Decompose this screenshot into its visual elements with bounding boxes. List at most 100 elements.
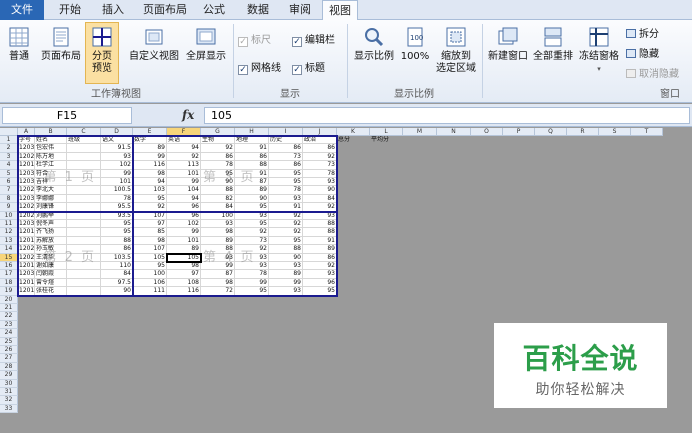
table-cell[interactable]: 88	[303, 228, 337, 237]
table-cell[interactable]: 97	[167, 270, 201, 279]
table-cell[interactable]: 87	[235, 178, 269, 187]
column-header-d[interactable]: D	[101, 128, 133, 136]
table-cell[interactable]: 苏解放	[35, 236, 67, 246]
tab-formulas[interactable]: 公式	[196, 0, 232, 20]
table-cell[interactable]: 93	[269, 262, 303, 271]
table-cell[interactable]: 97	[133, 220, 167, 229]
column-header-b[interactable]: B	[35, 128, 67, 136]
row-header-26[interactable]: 26	[0, 346, 18, 355]
table-cell[interactable]: 103	[133, 186, 167, 195]
table-cell[interactable]: 92	[235, 228, 269, 237]
table-cell[interactable]: 93	[201, 253, 235, 262]
table-cell[interactable]: 102	[101, 161, 133, 170]
table-cell[interactable]: 符合	[35, 169, 67, 178]
table-cell[interactable]: 106	[133, 278, 167, 288]
table-cell[interactable]	[67, 270, 101, 279]
table-cell[interactable]: 89	[201, 236, 235, 246]
table-cell[interactable]: 78	[235, 270, 269, 279]
full-screen-button[interactable]: 全屏显示	[183, 26, 229, 63]
column-header-j[interactable]: J	[303, 128, 337, 136]
table-cell[interactable]	[67, 178, 101, 187]
table-cell[interactable]: 曾令煊	[35, 278, 67, 288]
table-cell[interactable]: 96	[167, 211, 201, 220]
table-cell[interactable]: 107	[133, 245, 167, 254]
table-cell[interactable]: 95	[101, 228, 133, 237]
table-cell[interactable]: 120301	[18, 169, 35, 178]
header-cell[interactable]: 姓名	[35, 136, 67, 145]
column-header-l[interactable]: L	[370, 128, 403, 136]
table-cell[interactable]	[67, 236, 101, 246]
column-header-t[interactable]: T	[631, 128, 663, 136]
row-header-12[interactable]: 12	[0, 228, 18, 237]
row-header-6[interactable]: 6	[0, 178, 18, 187]
tab-page-layout[interactable]: 页面布局	[140, 0, 190, 20]
table-cell[interactable]: 孙玉敏	[35, 245, 67, 254]
table-cell[interactable]	[67, 211, 101, 220]
table-cell[interactable]: 88	[201, 186, 235, 195]
table-cell[interactable]: 104	[167, 186, 201, 195]
table-cell[interactable]: 86	[303, 144, 337, 153]
split-button[interactable]: 拆分	[626, 28, 659, 41]
table-cell[interactable]	[67, 152, 101, 162]
table-cell[interactable]: 95	[133, 262, 167, 271]
column-header-q[interactable]: Q	[535, 128, 567, 136]
tab-insert[interactable]: 插入	[95, 0, 131, 20]
arrange-all-button[interactable]: 全部重排	[531, 26, 575, 63]
table-cell[interactable]: 120104	[18, 161, 35, 170]
table-cell[interactable]: 98	[167, 262, 201, 271]
table-cell[interactable]: 95	[133, 194, 167, 204]
table-cell[interactable]: 113	[167, 161, 201, 170]
table-cell[interactable]: 120302	[18, 194, 35, 204]
table-cell[interactable]: 91	[303, 236, 337, 246]
table-cell[interactable]: 120103	[18, 228, 35, 237]
table-cell[interactable]	[67, 220, 101, 229]
new-window-button[interactable]: 新建窗口	[486, 26, 530, 63]
row-header-2[interactable]: 2	[0, 144, 18, 153]
table-cell[interactable]: 89	[167, 245, 201, 254]
table-cell[interactable]: 93	[235, 253, 269, 262]
table-cell[interactable]: 92	[133, 203, 167, 212]
table-cell[interactable]: 95	[269, 169, 303, 178]
table-cell[interactable]: 82	[201, 194, 235, 204]
table-cell[interactable]: 95.5	[101, 203, 133, 212]
table-cell[interactable]: 90	[201, 178, 235, 187]
table-cell[interactable]: 99	[167, 228, 201, 237]
header-cell[interactable]: 班级	[67, 136, 101, 145]
table-cell[interactable]: 89	[133, 144, 167, 153]
table-cell[interactable]	[67, 161, 101, 170]
table-cell[interactable]: 73	[269, 152, 303, 162]
table-cell[interactable]: 99	[133, 152, 167, 162]
tab-file[interactable]: 文件	[0, 0, 44, 20]
table-cell[interactable]: 张桂花	[35, 287, 67, 296]
table-cell[interactable]: 120101	[18, 278, 35, 288]
table-cell[interactable]: 94	[167, 144, 201, 153]
table-cell[interactable]: 陈万地	[35, 152, 67, 162]
table-cell[interactable]: 90	[269, 253, 303, 262]
table-cell[interactable]: 91	[235, 169, 269, 178]
row-header-33[interactable]: 33	[0, 404, 18, 414]
table-cell[interactable]: 93	[101, 152, 133, 162]
row-header-1[interactable]: 1	[0, 136, 18, 145]
table-cell[interactable]: 120303	[18, 270, 35, 279]
hide-button[interactable]: 隐藏	[626, 48, 659, 61]
table-cell[interactable]: 98	[201, 278, 235, 288]
gridlines-checkbox[interactable]: ✓ 网格线	[238, 62, 281, 75]
table-cell[interactable]: 包宏伟	[35, 144, 67, 153]
table-cell[interactable]: 91.5	[101, 144, 133, 153]
zoom-to-selection-button[interactable]: 缩放到 选定区域	[433, 26, 479, 75]
table-cell[interactable]	[67, 287, 101, 296]
table-cell[interactable]	[67, 194, 101, 204]
table-cell[interactable]: 91	[235, 144, 269, 153]
table-cell[interactable]: 95	[269, 178, 303, 187]
row-header-3[interactable]: 3	[0, 152, 18, 162]
table-cell[interactable]: 93	[201, 220, 235, 229]
row-header-32[interactable]: 32	[0, 396, 18, 405]
row-header-9[interactable]: 9	[0, 203, 18, 212]
table-cell[interactable]: 92	[303, 262, 337, 271]
table-cell[interactable]	[67, 253, 101, 262]
fx-icon[interactable]: fx	[182, 108, 194, 122]
row-header-29[interactable]: 29	[0, 371, 18, 380]
formula-input[interactable]: 105	[204, 107, 690, 124]
table-cell[interactable]: 72	[201, 287, 235, 296]
table-cell[interactable]: 108	[167, 278, 201, 288]
